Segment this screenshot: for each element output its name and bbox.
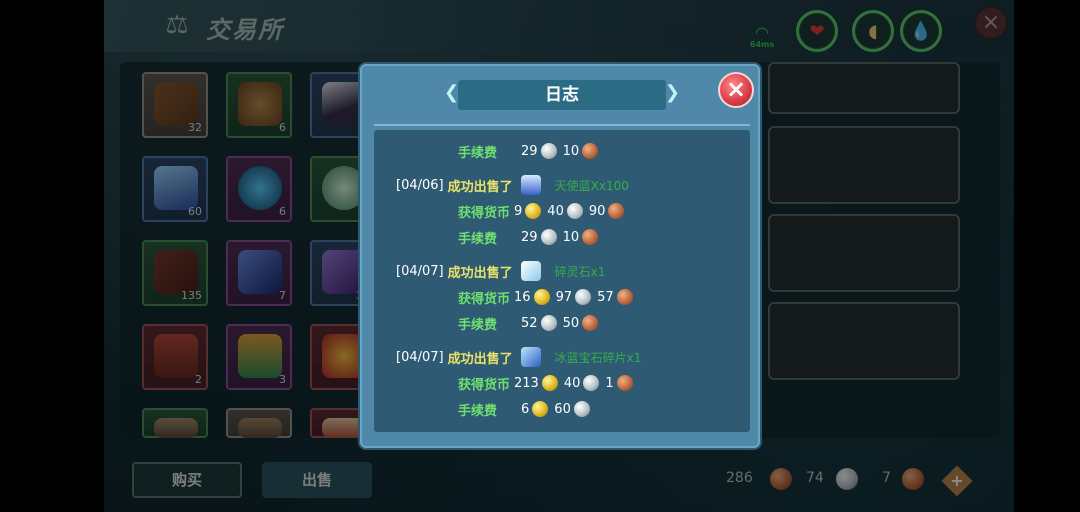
log-sold-row: [04/07] 成功出售了 碎灵石x1 <box>396 260 605 282</box>
close-dialog-button[interactable]: × <box>718 72 754 108</box>
silver-coin-icon <box>540 143 557 159</box>
silver-coin-icon <box>573 401 590 417</box>
silver-coin-icon <box>583 375 600 391</box>
log-fee-row: 手续费 29 10 <box>458 140 599 162</box>
gold-coin-icon <box>541 375 558 391</box>
log-gain-row: 获得货币 213 40 1 <box>458 372 633 394</box>
ornament-right-icon: ❯ <box>664 82 680 103</box>
silver-coin-icon <box>540 229 557 245</box>
bronze-coin-icon <box>582 229 599 245</box>
gold-coin-icon <box>532 401 549 417</box>
ice-gem-icon <box>520 347 541 367</box>
log-sold-row: [04/06] 成功出售了 天使蓝Xx100 <box>396 174 629 196</box>
log-dialog: ❮ 日志 ❯ × 手续费 29 10 [04/06] 成功出售了 天使蓝Xx10… <box>360 64 760 448</box>
bronze-coin-icon <box>616 375 633 391</box>
log-fee-row: 手续费 29 10 <box>458 226 599 248</box>
gold-coin-icon <box>525 203 542 219</box>
log-list[interactable]: 手续费 29 10 [04/06] 成功出售了 天使蓝Xx100 获得货币 9 … <box>374 130 750 432</box>
bronze-coin-icon <box>582 143 599 159</box>
ornament-left-icon: ❮ <box>444 82 460 103</box>
silver-coin-icon <box>575 289 592 305</box>
spirit-stone-icon <box>520 261 541 281</box>
blue-potion-icon <box>520 175 541 195</box>
log-fee-row: 手续费 6 60 <box>458 398 590 420</box>
bronze-coin-icon <box>608 203 625 219</box>
bronze-coin-icon <box>616 289 633 305</box>
log-gain-row: 获得货币 16 97 57 <box>458 286 633 308</box>
bronze-coin-icon <box>582 315 599 331</box>
silver-coin-icon <box>540 315 557 331</box>
log-sold-row: [04/07] 成功出售了 冰蓝宝石碎片x1 <box>396 346 641 368</box>
divider <box>374 124 750 126</box>
silver-coin-icon <box>566 203 583 219</box>
log-gain-row: 获得货币 9 40 90 <box>458 200 625 222</box>
dialog-title-bar: ❮ 日志 ❯ <box>444 80 680 110</box>
gold-coin-icon <box>533 289 550 305</box>
dialog-title: 日志 <box>545 85 579 105</box>
log-fee-row: 手续费 52 50 <box>458 312 599 334</box>
